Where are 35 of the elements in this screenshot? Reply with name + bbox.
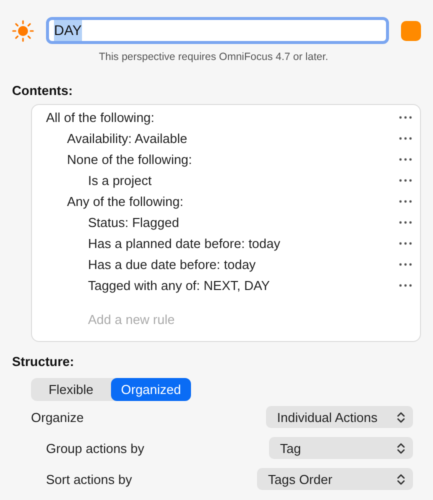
rule-text[interactable]: Has a due date before: today [88, 254, 256, 274]
chevron-updown-icon [397, 442, 405, 454]
rule-text[interactable]: Has a planned date before: today [88, 234, 280, 253]
rule-text[interactable]: Is a project [88, 170, 152, 190]
section-label: Structure: [12, 354, 74, 369]
setting-label: Sort actions by [46, 470, 132, 489]
more-icon[interactable] [399, 262, 412, 266]
segment-tab[interactable]: Flexible [31, 378, 111, 401]
more-icon[interactable] [399, 200, 412, 203]
sun-icon [12, 20, 34, 42]
segment-tab[interactable]: Organized [111, 378, 191, 401]
rule-text[interactable]: None of the following: [67, 150, 192, 169]
rule-text[interactable]: Any of the following: [67, 192, 184, 211]
rule-text[interactable]: All of the following: [46, 108, 154, 127]
more-icon[interactable] [399, 116, 412, 119]
color-swatch[interactable] [401, 20, 421, 40]
more-icon[interactable] [399, 220, 412, 224]
setting-label: Organize [31, 408, 84, 427]
setting-label: Group actions by [46, 440, 144, 458]
more-icon[interactable] [399, 284, 412, 287]
more-icon[interactable] [399, 136, 412, 140]
name-field[interactable]: DAY [46, 17, 389, 44]
popup-button[interactable]: Tag [269, 437, 413, 460]
more-icon[interactable] [399, 158, 412, 161]
popup-button[interactable]: Tags Order [257, 468, 413, 490]
more-icon[interactable] [399, 242, 412, 245]
notice-text: This perspective requires OmniFocus 4.7 or later. [98, 50, 328, 65]
section-label: Contents: [12, 82, 73, 98]
rule-text[interactable]: Tagged with any of: NEXT, DAY [88, 276, 270, 295]
popup-button[interactable]: Individual Actions [266, 406, 413, 428]
rule-text[interactable]: Availability: Available [67, 128, 188, 148]
more-icon[interactable] [399, 178, 412, 182]
chevron-updown-icon [397, 474, 405, 485]
rule-text[interactable]: Status: Flagged [88, 212, 180, 232]
chevron-updown-icon [397, 412, 405, 423]
